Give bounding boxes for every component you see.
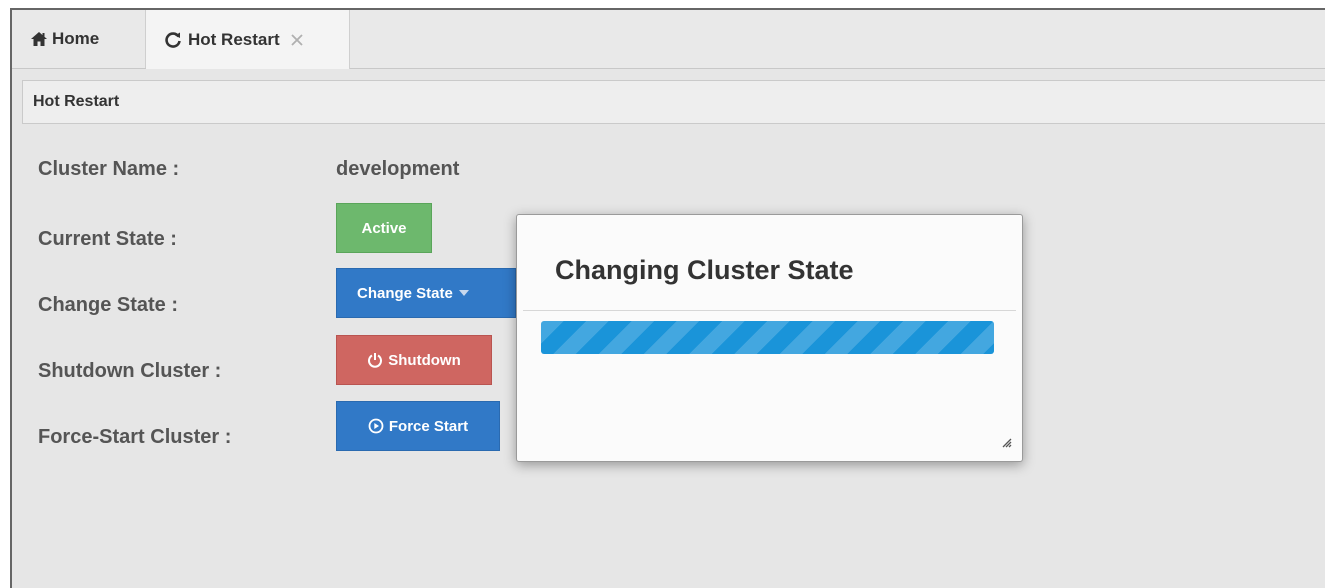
change-state-button-label: Change State [357, 284, 453, 302]
current-state-label: Current State : [38, 228, 177, 250]
changing-state-dialog: Changing Cluster State [516, 214, 1023, 462]
breadcrumb: Hot Restart [22, 80, 1325, 124]
dialog-title: Changing Cluster State [555, 255, 854, 285]
change-state-button[interactable]: Change State [336, 268, 516, 318]
tab-bar: Home Hot Restart [12, 10, 1325, 69]
caret-down-icon [458, 290, 469, 296]
change-state-label: Change State : [38, 294, 179, 316]
home-icon [30, 31, 48, 47]
cluster-name-label: Cluster Name : [38, 158, 180, 180]
tab-hot-restart-label: Hot Restart [188, 29, 280, 49]
status-badge: Active [336, 203, 432, 253]
app-frame: Home Hot Restart Hot Restart Cluster Nam… [10, 8, 1325, 588]
shutdown-cluster-label: Shutdown Cluster : [38, 360, 222, 382]
power-icon [367, 352, 383, 368]
dialog-divider [523, 310, 1016, 311]
progress-bar-fill [541, 321, 994, 354]
tab-home[interactable]: Home [12, 10, 146, 68]
force-start-cluster-label: Force-Start Cluster : [38, 426, 232, 448]
force-start-button[interactable]: Force Start [336, 401, 500, 451]
tab-hot-restart[interactable]: Hot Restart [146, 10, 350, 69]
refresh-icon [164, 31, 182, 49]
close-icon[interactable] [290, 33, 304, 47]
tab-home-label: Home [52, 29, 100, 48]
shutdown-button[interactable]: Shutdown [336, 335, 492, 385]
shutdown-button-label: Shutdown [388, 351, 461, 369]
resize-grip-icon[interactable] [1002, 435, 1012, 453]
progress-bar [541, 321, 994, 354]
cluster-name-value: development [336, 158, 460, 180]
play-circle-icon [368, 418, 384, 434]
force-start-button-label: Force Start [388, 417, 469, 435]
